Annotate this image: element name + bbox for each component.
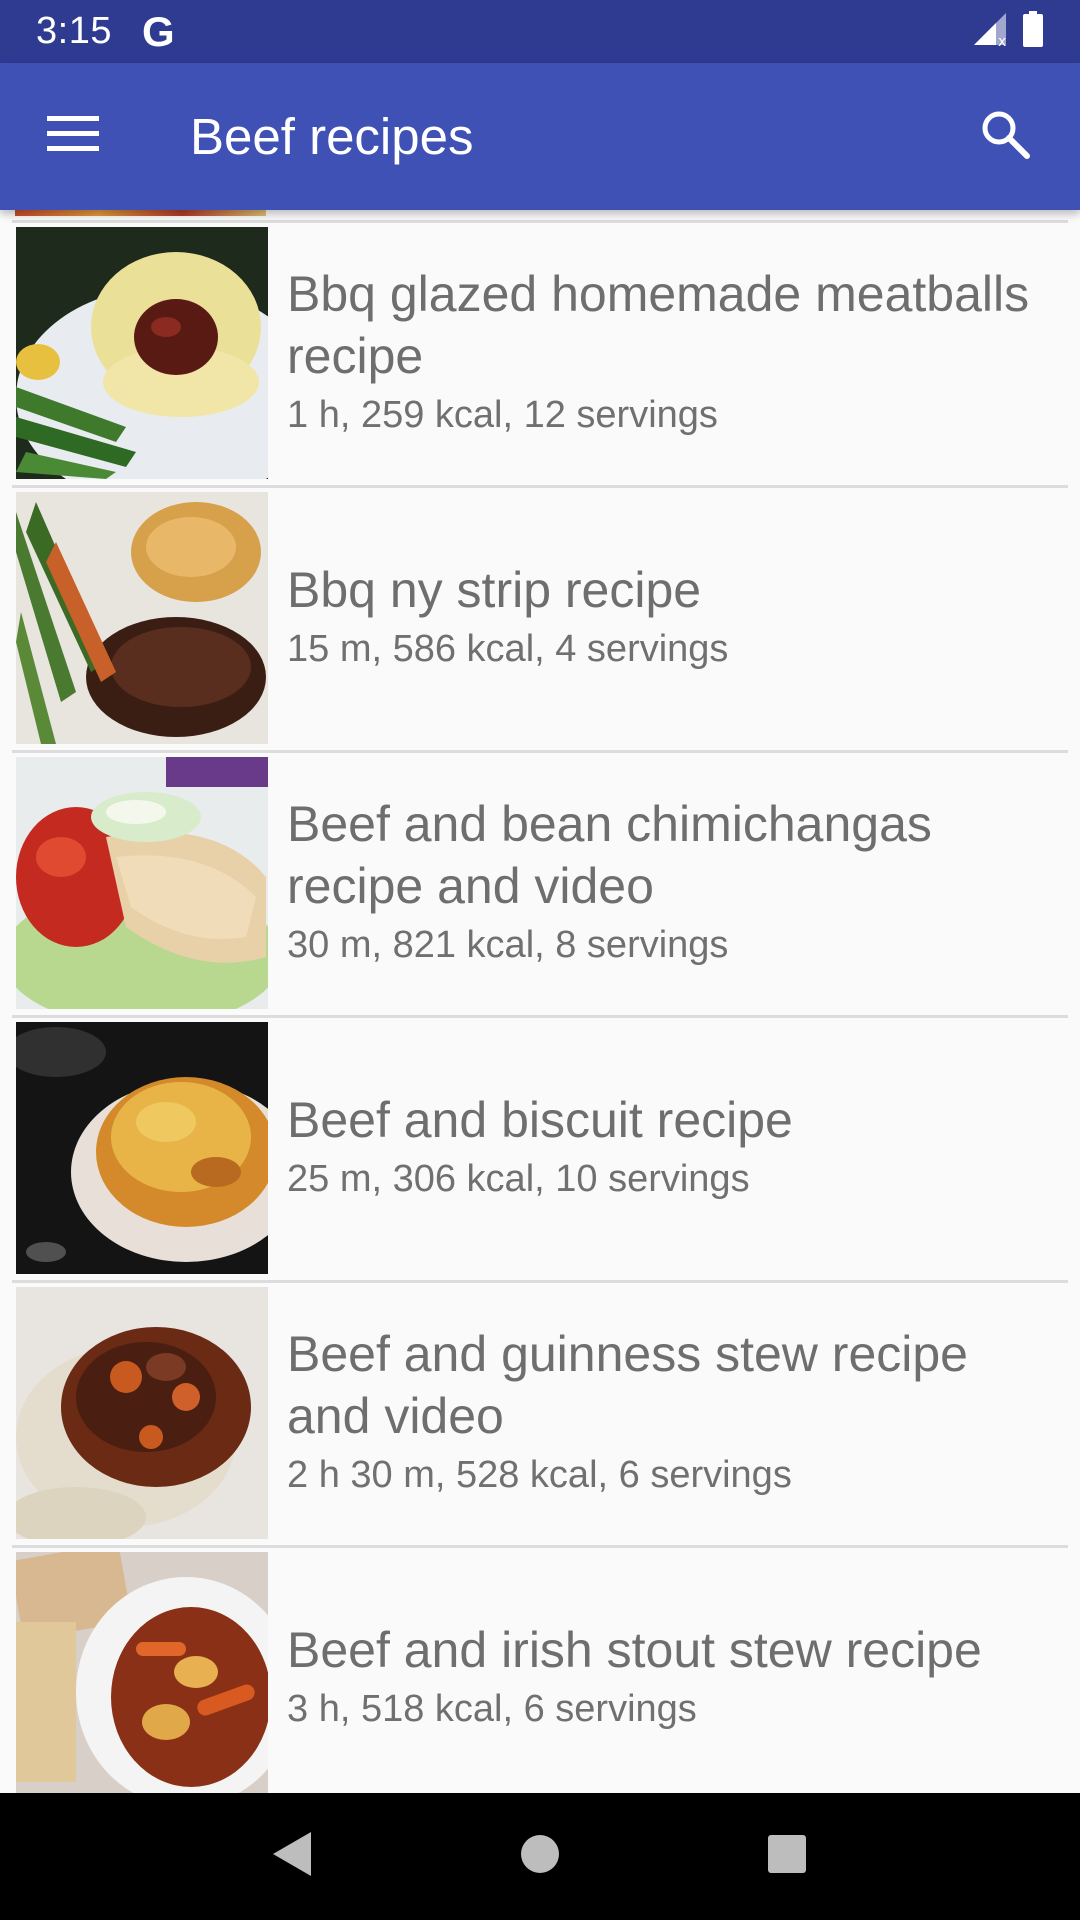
list-item[interactable]: Beef and bean chimichangas recipe and vi… — [0, 753, 1080, 1018]
list-item[interactable]: Bbq glazed homemade meatballs recipe 1 h… — [0, 223, 1080, 488]
recipe-list[interactable]: Bbq glazed homemade meatballs recipe 1 h… — [0, 210, 1080, 1793]
recipe-meta: 2 h 30 m, 528 kcal, 6 servings — [287, 1454, 792, 1496]
recipe-text: Bbq glazed homemade meatballs recipe 1 h… — [287, 223, 1056, 483]
google-icon: G — [141, 7, 175, 55]
menu-button[interactable] — [0, 63, 146, 210]
recipe-image — [16, 1022, 268, 1274]
recipe-image — [16, 1287, 268, 1539]
recipe-meta: 15 m, 586 kcal, 4 servings — [287, 628, 729, 670]
recipe-title: Beef and irish stout stew recipe — [287, 1622, 982, 1678]
home-button[interactable] — [495, 1812, 585, 1902]
back-button[interactable] — [248, 1812, 338, 1902]
recipe-image — [16, 1552, 268, 1793]
recents-button[interactable] — [742, 1812, 832, 1902]
search-icon — [979, 108, 1031, 165]
search-button[interactable] — [930, 63, 1080, 210]
recipe-text: Beef and biscuit recipe 25 m, 306 kcal, … — [287, 1018, 1056, 1278]
recents-icon — [767, 1834, 807, 1879]
recipe-title: Beef and guinness stew recipe and video — [287, 1326, 968, 1444]
app-bar: Beef recipes — [0, 63, 1080, 210]
list-item[interactable]: Bbq ny strip recipe 15 m, 586 kcal, 4 se… — [0, 488, 1080, 753]
back-icon — [271, 1830, 315, 1883]
recipe-meta: 1 h, 259 kcal, 12 servings — [287, 394, 718, 436]
menu-icon — [47, 114, 99, 159]
recipe-image — [16, 227, 268, 479]
status-bar: 3:15 G x — [0, 0, 1080, 63]
page-title: Beef recipes — [190, 108, 474, 165]
signal-icon: x — [972, 11, 1008, 52]
svg-text:x: x — [998, 34, 1006, 47]
recipe-title: Bbq ny strip recipe — [287, 562, 702, 618]
recipe-meta: 3 h, 518 kcal, 6 servings — [287, 1688, 697, 1730]
recipe-text: Bbq ny strip recipe 15 m, 586 kcal, 4 se… — [287, 488, 1056, 748]
recipe-image — [16, 492, 268, 744]
recipe-text: Beef and guinness stew recipe and video … — [287, 1283, 1056, 1543]
home-icon — [520, 1834, 560, 1879]
recipe-text: Beef and irish stout stew recipe 3 h, 51… — [287, 1548, 1056, 1793]
recipe-title: Beef and bean chimichangas recipe and vi… — [287, 796, 932, 914]
system-nav-bar — [0, 1793, 1080, 1920]
list-item[interactable]: Beef and biscuit recipe 25 m, 306 kcal, … — [0, 1018, 1080, 1283]
recipe-text: Beef and bean chimichangas recipe and vi… — [287, 753, 1056, 1013]
previous-item-image-edge — [15, 210, 266, 216]
status-time: 3:15 — [36, 10, 112, 52]
battery-icon — [1022, 11, 1044, 52]
recipe-meta: 25 m, 306 kcal, 10 servings — [287, 1158, 750, 1200]
list-item[interactable]: Beef and guinness stew recipe and video … — [0, 1283, 1080, 1548]
list-item[interactable]: Beef and irish stout stew recipe 3 h, 51… — [0, 1548, 1080, 1793]
recipe-image — [16, 757, 268, 1009]
recipe-title: Beef and biscuit recipe — [287, 1092, 793, 1148]
recipe-meta: 30 m, 821 kcal, 8 servings — [287, 924, 729, 966]
recipe-title: Bbq glazed homemade meatballs recipe — [287, 266, 1030, 384]
status-icons: x — [972, 11, 1044, 52]
